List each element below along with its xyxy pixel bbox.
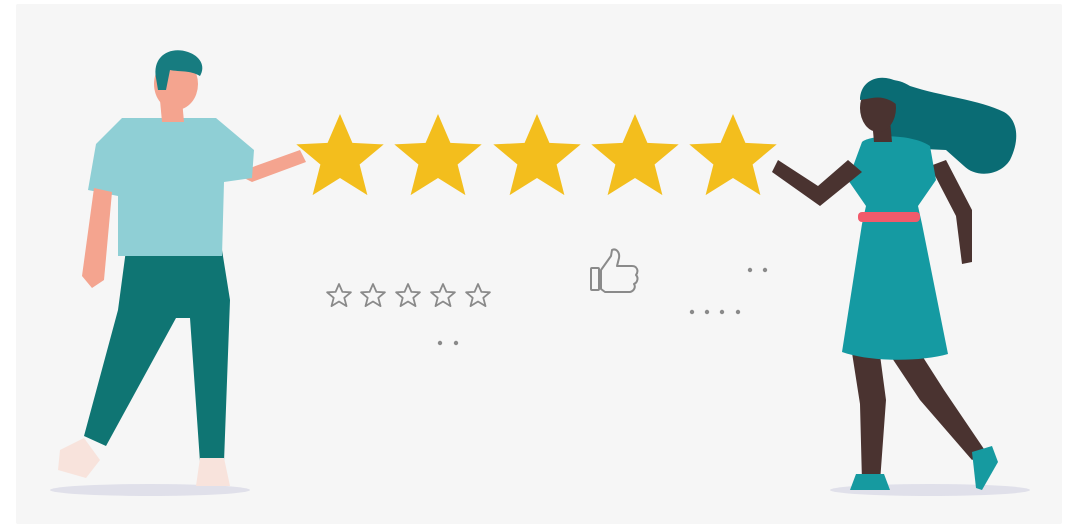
woman-left-shoe xyxy=(850,474,890,490)
man-right-shoe xyxy=(196,458,230,486)
illustration-canvas xyxy=(0,0,1076,528)
five-star-review-illustration xyxy=(16,4,1062,524)
woman-belt xyxy=(858,212,920,222)
